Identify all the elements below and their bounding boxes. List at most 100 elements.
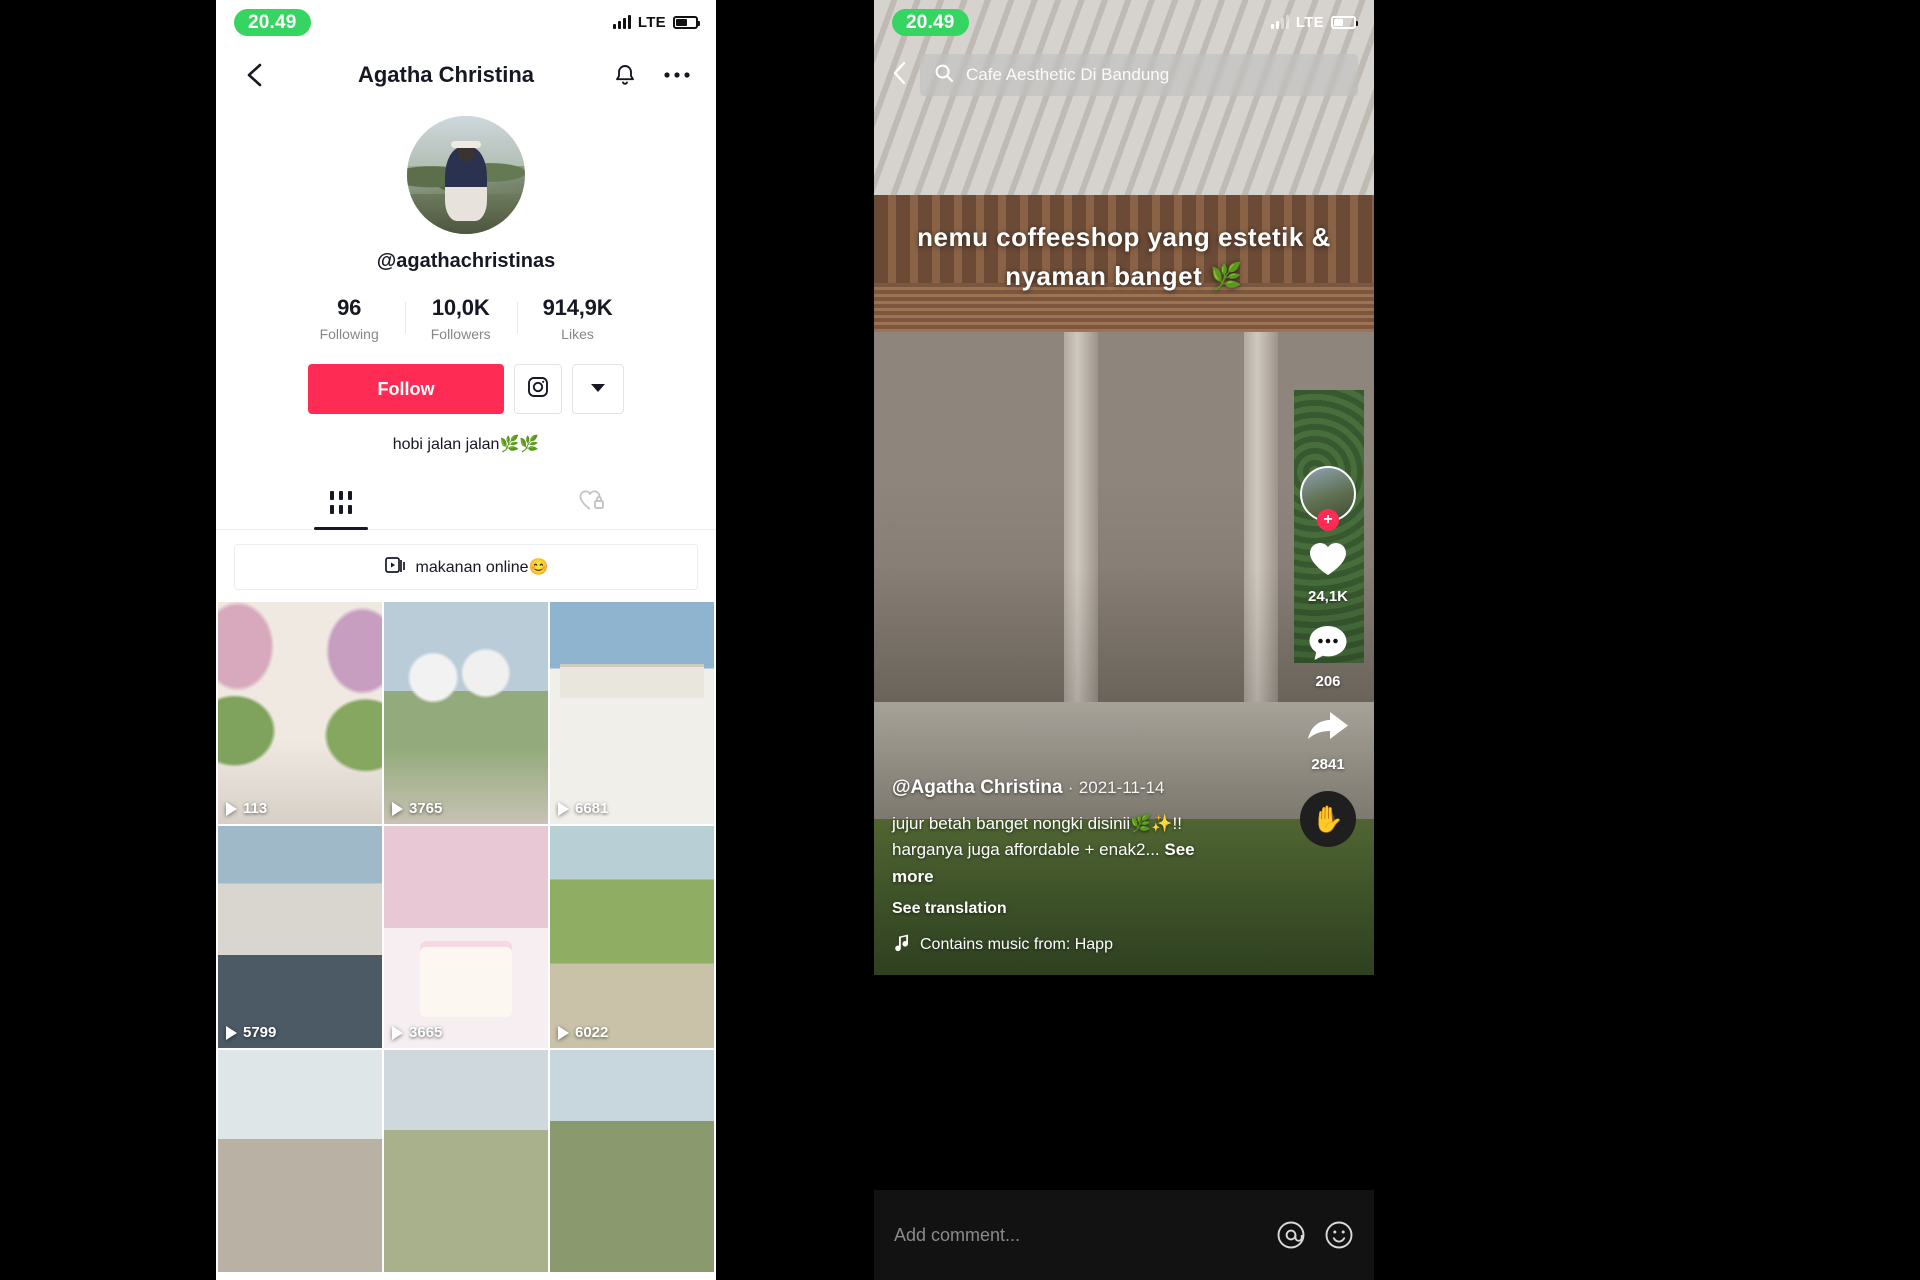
profile-actions: Follow — [216, 364, 716, 414]
stat-likes[interactable]: 914,9K Likes — [516, 295, 639, 342]
status-indicators: LTE — [1270, 13, 1358, 31]
video-player[interactable]: nemu coffeeshop yang estetik & nyaman ba… — [874, 0, 1374, 975]
play-icon — [392, 1025, 403, 1040]
play-icon — [226, 1025, 237, 1040]
search-input[interactable]: Cafe Aesthetic Di Bandung — [920, 54, 1358, 96]
network-label: LTE — [637, 13, 666, 31]
video-grid: 113 3765 6681 5799 3665 6022 — [216, 602, 716, 1272]
view-count-badge: 3765 — [392, 800, 442, 817]
share-arrow-icon — [1306, 708, 1350, 751]
video-date-separator: · — [1067, 777, 1074, 797]
music-disc-icon[interactable]: ✋ — [1300, 791, 1356, 847]
video-thumbnail[interactable] — [550, 1050, 714, 1272]
stat-label: Followers — [430, 326, 491, 342]
music-text: Contains music from: Happ — [920, 935, 1113, 953]
see-translation-link[interactable]: See translation — [892, 900, 1222, 918]
chevron-down-icon — [590, 380, 606, 398]
music-note-icon — [892, 932, 910, 957]
play-icon — [558, 801, 569, 816]
profile-tabs — [216, 476, 716, 530]
emoji-icon[interactable] — [1324, 1220, 1354, 1250]
comment-bar: Add comment... — [874, 1190, 1374, 1280]
video-action-rail: + 24,1K 206 2841 ✋ — [1296, 466, 1360, 847]
stat-label: Following — [319, 326, 379, 342]
tab-liked[interactable] — [466, 476, 716, 529]
follow-plus-button[interactable]: + — [1317, 509, 1339, 531]
view-count: 5799 — [243, 1024, 277, 1041]
instagram-button[interactable] — [514, 364, 562, 414]
back-button[interactable] — [238, 58, 298, 92]
video-date: 2021-11-14 — [1078, 777, 1165, 797]
video-author: @Agatha Christina — [892, 776, 1063, 798]
at-sign-icon[interactable] — [1276, 1220, 1306, 1250]
stat-value: 96 — [337, 295, 362, 320]
status-time: 20.49 — [234, 8, 311, 36]
playlist-label: makanan online😊 — [415, 559, 549, 576]
more-options-button[interactable] — [572, 364, 624, 414]
status-time: 20.49 — [892, 8, 969, 36]
caption-line-2: harganya juga affordable + enak2... — [892, 840, 1160, 860]
video-thumbnail[interactable]: 6022 — [550, 826, 714, 1048]
video-metadata: @Agatha Christina · 2021-11-14 jujur bet… — [892, 777, 1222, 957]
add-comment-input[interactable]: Add comment... — [894, 1225, 1258, 1246]
follow-button[interactable]: Follow — [308, 364, 504, 414]
signal-bars-icon — [612, 15, 631, 29]
grid-icon — [330, 491, 352, 514]
video-caption: jujur betah banget nongki disinii🌿✨!! ha… — [892, 811, 1222, 890]
active-tab-underline — [314, 527, 368, 530]
nav-actions — [594, 58, 694, 92]
video-thumbnail[interactable]: 3765 — [384, 602, 548, 824]
video-thumbnail[interactable]: 6681 — [550, 602, 714, 824]
profile-bio: hobi jalan jalan🌿🌿 — [392, 436, 540, 453]
view-count: 3665 — [409, 1024, 443, 1041]
tab-videos-grid[interactable] — [216, 476, 466, 530]
playlist-makanan-online[interactable]: makanan online😊 — [234, 544, 698, 590]
status-indicators: LTE — [612, 13, 700, 31]
bell-icon[interactable] — [608, 58, 642, 92]
stat-value: 914,9K — [542, 295, 613, 320]
stat-followers[interactable]: 10,0K Followers — [404, 295, 517, 342]
author-avatar[interactable]: + — [1300, 466, 1356, 531]
page-title: Agatha Christina — [357, 62, 535, 87]
video-thumbnail[interactable]: 5799 — [218, 826, 382, 1048]
profile-stats: 96 Following 10,0K Followers 914,9K Like… — [216, 295, 716, 342]
avatar[interactable] — [407, 116, 525, 234]
stat-following[interactable]: 96 Following — [294, 295, 405, 342]
share-action[interactable]: 2841 — [1306, 708, 1350, 773]
search-query-text: Cafe Aesthetic Di Bandung — [966, 65, 1170, 84]
play-icon — [392, 801, 403, 816]
search-bar-row: Cafe Aesthetic Di Bandung — [874, 44, 1374, 106]
heart-lock-icon — [577, 487, 605, 518]
profile-handle: @agathachristinas — [376, 250, 556, 272]
view-count-badge: 3665 — [392, 1024, 442, 1041]
screenshot-stage: 20.49 LTE Agatha Christina @agathachrist… — [0, 0, 1920, 1280]
stat-value: 10,0K — [431, 295, 490, 320]
search-icon — [934, 63, 954, 88]
view-count: 113 — [243, 800, 268, 817]
like-action[interactable]: 24,1K — [1307, 540, 1349, 605]
video-thumbnail[interactable] — [218, 1050, 382, 1272]
video-sticker-text: nemu coffeeshop yang estetik & nyaman ba… — [917, 222, 1331, 291]
video-thumbnail[interactable]: 3665 — [384, 826, 548, 1048]
comment-action[interactable]: 206 — [1307, 623, 1349, 690]
view-count-badge: 6681 — [558, 800, 608, 817]
video-author-row[interactable]: @Agatha Christina · 2021-11-14 — [892, 777, 1222, 799]
status-bar-profile: 20.49 LTE — [216, 0, 716, 44]
share-count: 2841 — [1311, 756, 1345, 773]
music-row[interactable]: Contains music from: Happ — [892, 932, 1222, 957]
play-icon — [558, 1025, 569, 1040]
more-horizontal-icon[interactable] — [660, 58, 694, 92]
back-button[interactable] — [890, 60, 910, 91]
like-count: 24,1K — [1307, 588, 1349, 605]
instagram-icon — [526, 375, 550, 404]
video-thumbnail[interactable]: 113 — [218, 602, 382, 824]
video-thumbnail[interactable] — [384, 1050, 548, 1272]
comment-icon — [1307, 623, 1349, 668]
network-label: LTE — [1295, 13, 1324, 31]
caption-line-1: jujur betah banget nongki disinii🌿✨!! — [892, 813, 1182, 833]
battery-icon — [1331, 15, 1358, 29]
status-bar-video: 20.49 LTE — [874, 0, 1374, 44]
tiktok-profile-screen: 20.49 LTE Agatha Christina @agathachrist… — [216, 0, 716, 1280]
avatar-container — [216, 116, 716, 234]
playlist-row: makanan online😊 — [216, 530, 716, 602]
